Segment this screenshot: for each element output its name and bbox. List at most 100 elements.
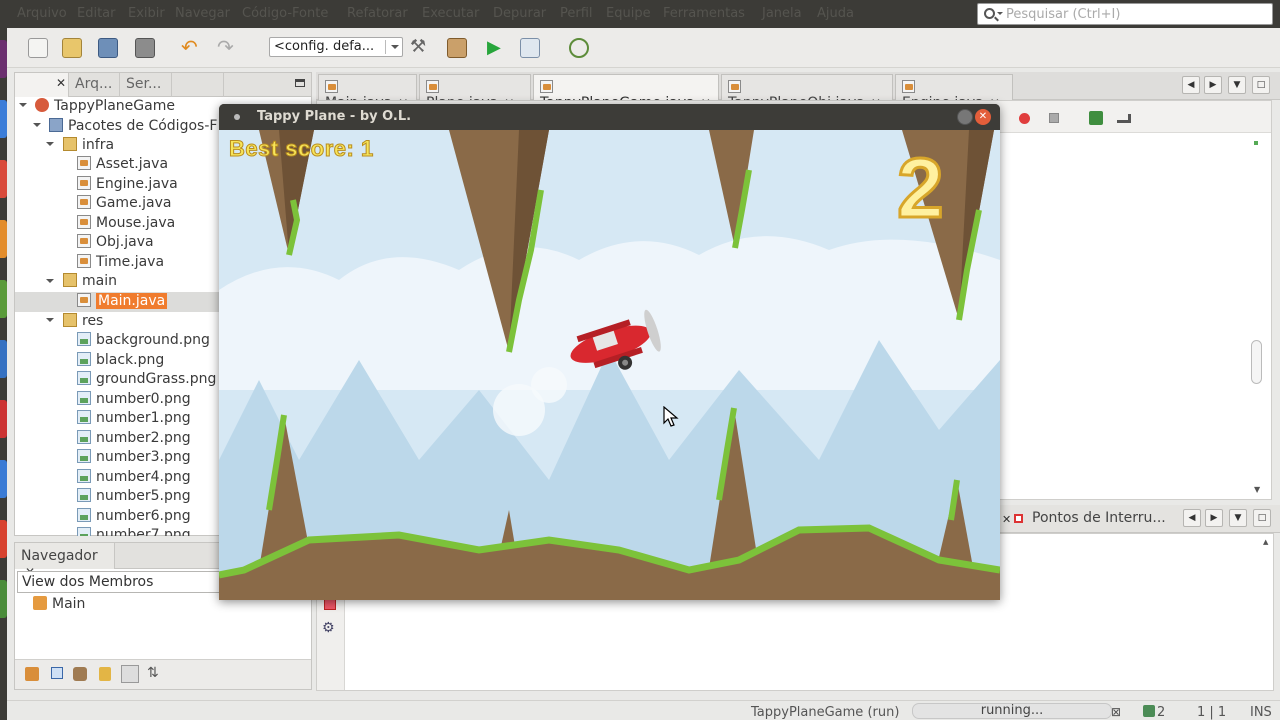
menu-run[interactable]: Executar xyxy=(422,6,479,21)
chevron-down-icon[interactable] xyxy=(33,123,41,127)
menu-window[interactable]: Janela xyxy=(762,6,802,21)
file-node-selected[interactable]: Main.java xyxy=(77,293,168,312)
tab-list-button[interactable]: ▼ xyxy=(1229,509,1247,527)
file-node[interactable]: Engine.java xyxy=(77,176,178,195)
clean-build-icon[interactable] xyxy=(447,38,467,58)
menu-debug[interactable]: Depurar xyxy=(493,6,546,21)
menu-profile[interactable]: Perfil xyxy=(560,6,593,21)
file-node[interactable]: number5.png xyxy=(77,488,191,507)
package-node[interactable]: infra xyxy=(63,137,114,156)
tab-navigator[interactable]: Navegador ✕ xyxy=(15,543,115,579)
build-hammer-icon[interactable]: ⚒ xyxy=(410,38,430,58)
profile-icon[interactable] xyxy=(569,38,589,58)
member-view-select[interactable]: View dos Membros xyxy=(17,571,237,593)
debug-icon[interactable] xyxy=(520,38,540,58)
run-status-label[interactable]: TappyPlaneGame (run) xyxy=(751,705,899,720)
project-node[interactable]: TappyPlaneGame xyxy=(35,98,175,117)
scroll-tabs-right-button[interactable]: ▶ xyxy=(1204,76,1222,94)
filter-nonpublic-icon[interactable] xyxy=(73,667,87,681)
game-titlebar[interactable]: Tappy Plane - by O.L. ✕ xyxy=(219,104,1000,130)
tab-tappyplanegame-java[interactable]: TappyPlaneGame.java✕ xyxy=(533,74,719,111)
stop-icon[interactable] xyxy=(1049,113,1059,123)
tab-tappyplaneobj-java[interactable]: TappyPlaneObj.java✕ xyxy=(721,74,893,111)
tab-projects[interactable]: ✕ xyxy=(15,73,69,97)
package-node[interactable]: res xyxy=(63,313,103,332)
menu-edit[interactable]: Editar xyxy=(77,6,116,21)
minimize-icon[interactable] xyxy=(957,109,973,125)
menu-navigate[interactable]: Navegar xyxy=(175,6,230,21)
tab-main-java[interactable]: Main.java✕ xyxy=(318,74,417,111)
menu-team[interactable]: Equipe xyxy=(606,6,651,21)
file-node[interactable]: number2.png xyxy=(77,430,191,449)
redo-icon[interactable]: ↷ xyxy=(217,37,237,58)
chevron-down-icon[interactable] xyxy=(46,318,54,322)
close-icon[interactable]: ✕ xyxy=(56,76,66,90)
new-project-icon[interactable] xyxy=(62,38,82,58)
maximize-button[interactable]: □ xyxy=(1252,76,1270,94)
window-menu-icon[interactable] xyxy=(234,114,240,120)
macro-icon[interactable] xyxy=(1089,111,1103,125)
close-icon[interactable]: ✕ xyxy=(1002,513,1011,526)
chevron-down-icon[interactable] xyxy=(46,142,54,146)
menu-help[interactable]: Ajuda xyxy=(817,6,854,21)
notifications-icon[interactable] xyxy=(1143,705,1155,717)
scroll-tabs-right-button[interactable]: ▶ xyxy=(1205,509,1223,527)
scroll-thumb[interactable] xyxy=(1251,340,1262,384)
shift-icon[interactable] xyxy=(1117,114,1131,123)
new-file-icon[interactable] xyxy=(28,38,48,58)
filter-inherited-icon[interactable] xyxy=(121,665,139,683)
file-node[interactable]: number3.png xyxy=(77,449,191,468)
menu-source[interactable]: Código-Fonte xyxy=(242,6,328,21)
maximize-button[interactable]: □ xyxy=(1253,509,1271,527)
tab-files[interactable]: Arq... xyxy=(69,73,120,97)
chevron-down-icon[interactable] xyxy=(46,279,54,283)
file-node[interactable]: background.png xyxy=(77,332,210,351)
tab-list-button[interactable]: ▼ xyxy=(1228,76,1246,94)
file-node[interactable]: Time.java xyxy=(77,254,164,273)
package-node[interactable]: main xyxy=(63,273,117,292)
file-node[interactable]: number7.png xyxy=(77,527,191,536)
filter-static-icon[interactable] xyxy=(51,667,63,679)
tab-plane-java[interactable]: Plane.java✕ xyxy=(419,74,531,111)
record-icon[interactable] xyxy=(1019,113,1030,124)
search-input[interactable]: Pesquisar (Ctrl+I) xyxy=(977,3,1273,25)
run-icon[interactable]: ▶ xyxy=(487,38,507,58)
file-node[interactable]: number0.png xyxy=(77,391,191,410)
menu-tools[interactable]: Ferramentas xyxy=(663,6,745,21)
menu-refactor[interactable]: Refatorar xyxy=(347,6,408,21)
file-node[interactable]: groundGrass.png xyxy=(77,371,216,390)
tab-services[interactable]: Ser... xyxy=(120,73,172,97)
file-node[interactable]: Mouse.java xyxy=(77,215,175,234)
menu-view[interactable]: Exibir xyxy=(128,6,165,21)
chevron-down-icon[interactable] xyxy=(19,103,27,107)
filter-fields-icon[interactable] xyxy=(25,667,39,681)
cancel-run-icon[interactable]: ⊠ xyxy=(1111,705,1121,719)
file-node[interactable]: black.png xyxy=(77,352,164,371)
file-node[interactable]: number6.png xyxy=(77,508,191,527)
close-icon[interactable]: ✕ xyxy=(975,109,991,125)
scroll-up-icon[interactable]: ▲ xyxy=(1263,538,1268,546)
menu-file[interactable]: Arquivo xyxy=(17,6,67,21)
member-node[interactable]: Main xyxy=(33,596,85,615)
source-packages-node[interactable]: Pacotes de Códigos-F xyxy=(49,118,217,137)
file-node[interactable]: Asset.java xyxy=(77,156,168,175)
save-all-icon[interactable] xyxy=(135,38,155,58)
minimize-icon[interactable] xyxy=(295,79,305,87)
tab-engine-java[interactable]: Engine.java✕ xyxy=(895,74,1013,111)
file-node[interactable]: Game.java xyxy=(77,195,171,214)
lock-icon[interactable] xyxy=(99,667,111,681)
config-select[interactable]: <config. defa... xyxy=(269,37,403,57)
sort-icon[interactable]: ⇅ xyxy=(147,665,159,681)
scroll-tabs-left-button[interactable]: ◀ xyxy=(1182,76,1200,94)
file-node[interactable]: number1.png xyxy=(77,410,191,429)
game-canvas[interactable]: Best score: 1 2 xyxy=(219,130,1000,600)
open-project-icon[interactable] xyxy=(98,38,118,58)
scroll-tabs-left-button[interactable]: ◀ xyxy=(1183,509,1201,527)
tab-breakpoints[interactable]: Pontos de Interru... xyxy=(1032,510,1166,526)
file-node[interactable]: number4.png xyxy=(77,469,191,488)
file-node[interactable]: Obj.java xyxy=(77,234,154,253)
game-window[interactable]: Tappy Plane - by O.L. ✕ Best score: 1 2 xyxy=(219,104,1000,600)
editor-scrollbar[interactable]: ▼ xyxy=(1250,135,1264,495)
scroll-down-icon[interactable]: ▼ xyxy=(1254,485,1260,494)
undo-icon[interactable]: ↶ xyxy=(181,37,201,58)
